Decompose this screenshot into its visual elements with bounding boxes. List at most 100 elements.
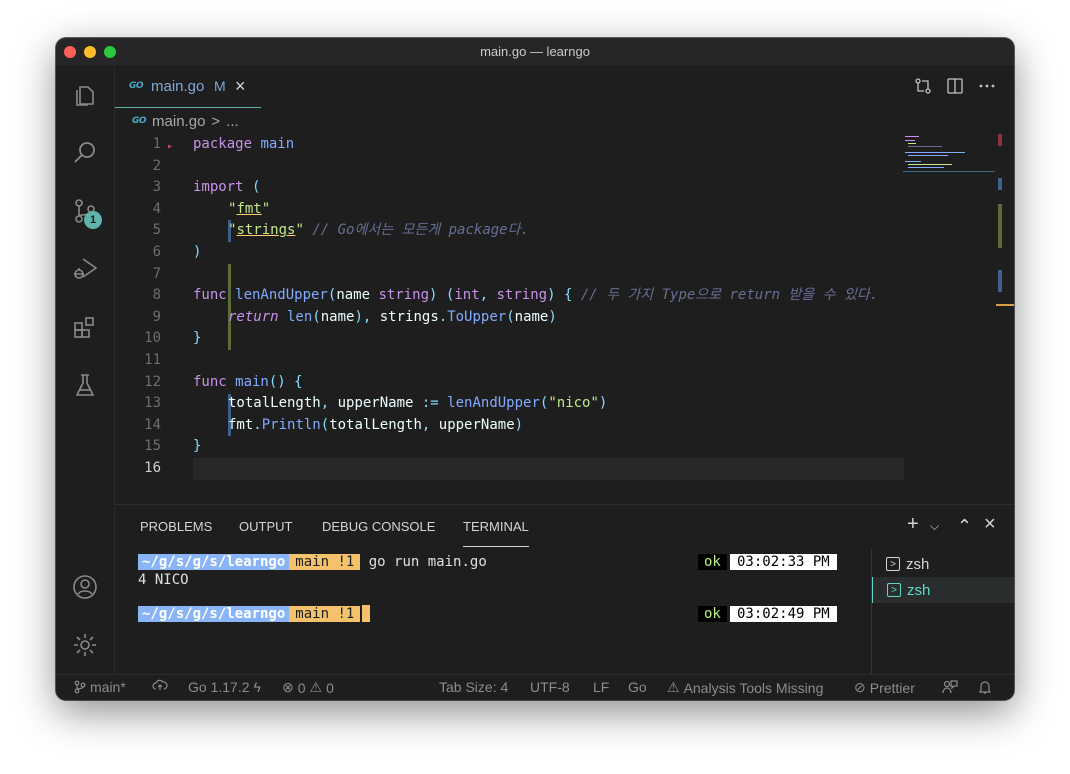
terminal-output[interactable]: ~/g/s/g/s/learngo main !1 go run main.go … (115, 549, 871, 675)
more-actions-icon[interactable] (978, 77, 996, 95)
bottom-panel: PROBLEMS OUTPUT DEBUG CONSOLE TERMINAL +… (115, 504, 1014, 675)
code-token: ) (548, 308, 557, 325)
window-title: main.go — learngo (480, 44, 590, 59)
code-token: } (193, 438, 202, 455)
tab-size-status[interactable]: Tab Size: 4 (439, 679, 508, 695)
line-number: 13 (144, 395, 161, 412)
eol-status[interactable]: LF (593, 679, 609, 695)
tab-output[interactable]: OUTPUT (239, 519, 292, 534)
feedback-button[interactable] (942, 679, 958, 695)
open-changes-icon[interactable] (914, 77, 932, 95)
explorer-icon[interactable] (56, 71, 114, 119)
analysis-tools-status[interactable]: ⚠ Analysis Tools Missing (667, 679, 823, 696)
line-number: 10 (144, 330, 161, 347)
scrollbar-cursor-marker (996, 304, 1014, 306)
terminal-instance-label: zsh (906, 555, 930, 573)
tab-close-button[interactable]: × (235, 76, 246, 97)
tab-problems[interactable]: PROBLEMS (140, 519, 212, 534)
minimap[interactable] (903, 134, 1003, 174)
window-maximize-button[interactable] (104, 46, 116, 58)
code-token: () (268, 373, 286, 390)
code-token: ( (312, 308, 321, 325)
sync-button[interactable] (152, 679, 168, 691)
tab-terminal[interactable]: TERMINAL (463, 519, 529, 547)
code-token: { (285, 373, 303, 390)
prompt-branch: main !1 (289, 554, 361, 570)
terminal-command: go run main.go (360, 554, 487, 570)
problems-status[interactable]: ⊗ 0 ⚠ 0 (282, 679, 334, 696)
prompt-time: 03:02:33 PM (730, 554, 837, 570)
terminal-cursor (362, 605, 371, 622)
title-bar: main.go — learngo (56, 38, 1014, 67)
search-icon[interactable] (56, 129, 114, 177)
close-panel-button[interactable]: × (984, 513, 996, 536)
status-ok: ok (698, 554, 727, 570)
tab-label: main.go (151, 78, 205, 95)
new-terminal-button[interactable]: + (907, 513, 919, 536)
run-debug-icon[interactable] (56, 245, 114, 293)
account-icon[interactable] (56, 563, 114, 611)
code-token: ), (354, 308, 372, 325)
code-token: totalLength (228, 395, 321, 412)
tab-debug-console[interactable]: DEBUG CONSOLE (322, 519, 435, 534)
prettier-status[interactable]: ⊘ Prettier (854, 679, 915, 696)
window-close-button[interactable] (64, 46, 76, 58)
warning-count: 0 (326, 679, 334, 696)
code-token: name (514, 308, 549, 325)
prettier-label: Prettier (869, 679, 915, 696)
status-bar: main* Go 1.17.2 ϟ ⊗ 0 ⚠ 0 Tab Size: 4 UT… (56, 674, 1014, 700)
code-token: strings (371, 308, 439, 325)
source-control-icon[interactable]: 1 (56, 187, 114, 235)
code-editor[interactable]: ▸ 1 package main 2 3 import ( 4 "fmt" 5 "str… (115, 134, 1014, 504)
line-number: 7 (152, 265, 161, 282)
go-file-icon: GO (129, 81, 144, 91)
terminal-instance-active[interactable]: > zsh (872, 577, 1014, 603)
notifications-button[interactable] (978, 679, 992, 695)
terminal-output-line: 4 NICO (138, 572, 189, 588)
go-file-icon: GO (132, 116, 147, 126)
code-token: upperName (430, 416, 515, 433)
settings-gear-icon[interactable] (56, 621, 114, 669)
maximize-panel-button[interactable]: ⌃ (957, 516, 972, 537)
code-token: int (454, 287, 480, 304)
scrollbar-marker (998, 270, 1002, 292)
breadcrumb-more[interactable]: ... (226, 113, 239, 130)
go-version-status[interactable]: Go 1.17.2 ϟ (188, 679, 261, 695)
window-minimize-button[interactable] (84, 46, 96, 58)
git-branch-icon (74, 680, 86, 694)
branch-status[interactable]: main* (74, 679, 126, 695)
encoding-status[interactable]: UTF-8 (530, 679, 570, 695)
code-comment: // 두 가지 Type으로 return 받을 수 있다. (572, 287, 879, 304)
language-status[interactable]: Go (628, 679, 647, 695)
code-token: lenAndUpper (226, 287, 328, 304)
code-token: . (438, 308, 448, 325)
line-number: 6 (152, 244, 161, 260)
breadcrumb-separator: > (211, 112, 221, 130)
extensions-icon[interactable] (56, 303, 114, 351)
breadcrumb-file[interactable]: main.go (152, 113, 205, 130)
feedback-icon (942, 680, 958, 694)
line-number: 9 (152, 308, 161, 325)
breadcrumb: GO main.go > ... (132, 111, 239, 131)
code-token: string (370, 287, 430, 304)
terminal-dropdown-icon[interactable]: ⌵ (930, 519, 939, 534)
terminal-list: > zsh > zsh (871, 549, 1014, 675)
tab-main-go[interactable]: GO main.go M × (115, 67, 261, 108)
terminal-icon: > (886, 557, 900, 571)
scrollbar-marker (998, 178, 1002, 190)
branch-name: main* (90, 679, 126, 695)
testing-icon[interactable] (56, 361, 114, 409)
terminal-instance[interactable]: > zsh (872, 551, 1014, 577)
code-token: " (295, 222, 304, 239)
warning-icon: ⚠ (309, 679, 323, 695)
code-token: fmt (228, 416, 254, 433)
scrollbar-marker (998, 134, 1002, 146)
code-token: string (488, 287, 548, 304)
code-token: ( (506, 308, 515, 325)
split-editor-icon[interactable] (946, 77, 964, 95)
prompt-time: 03:02:49 PM (730, 606, 837, 622)
line-number: 15 (144, 438, 161, 455)
code-token: "nico" (548, 395, 599, 412)
code-token: ) (514, 416, 524, 433)
code-token: ) (193, 244, 202, 260)
